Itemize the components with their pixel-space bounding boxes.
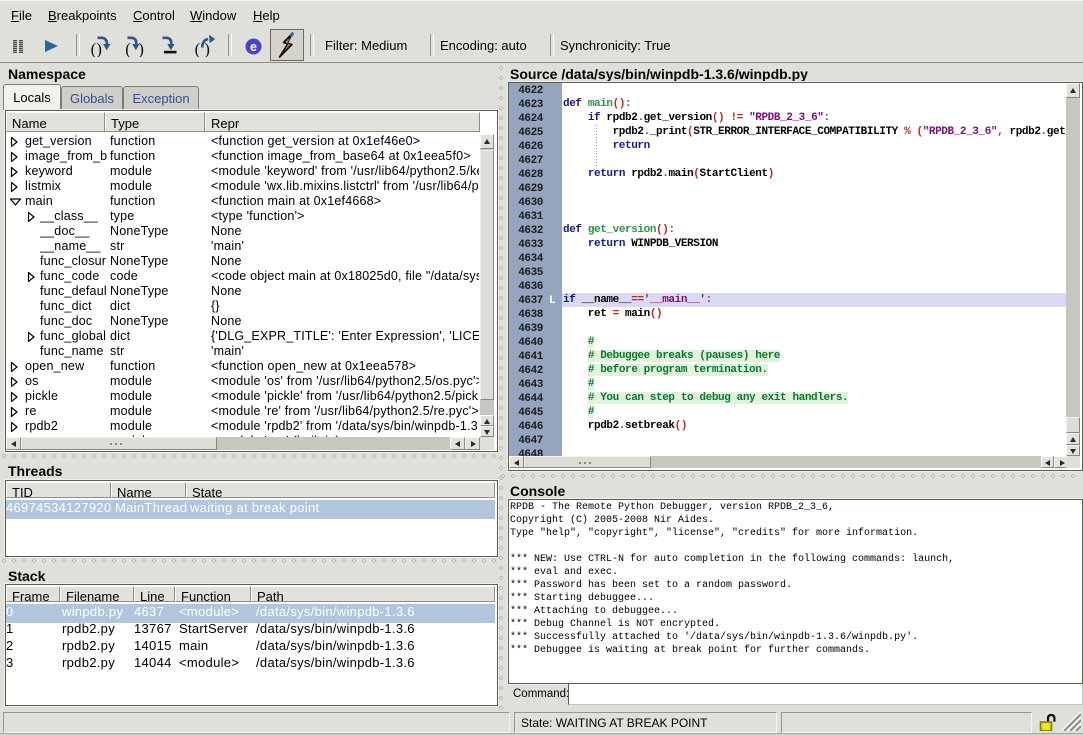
svg-text:(): () xyxy=(91,40,102,58)
svg-text:(: ( xyxy=(125,40,131,58)
svg-text:): ) xyxy=(138,40,144,58)
svg-text:(: ( xyxy=(195,40,201,58)
svg-text:e: e xyxy=(250,40,257,54)
